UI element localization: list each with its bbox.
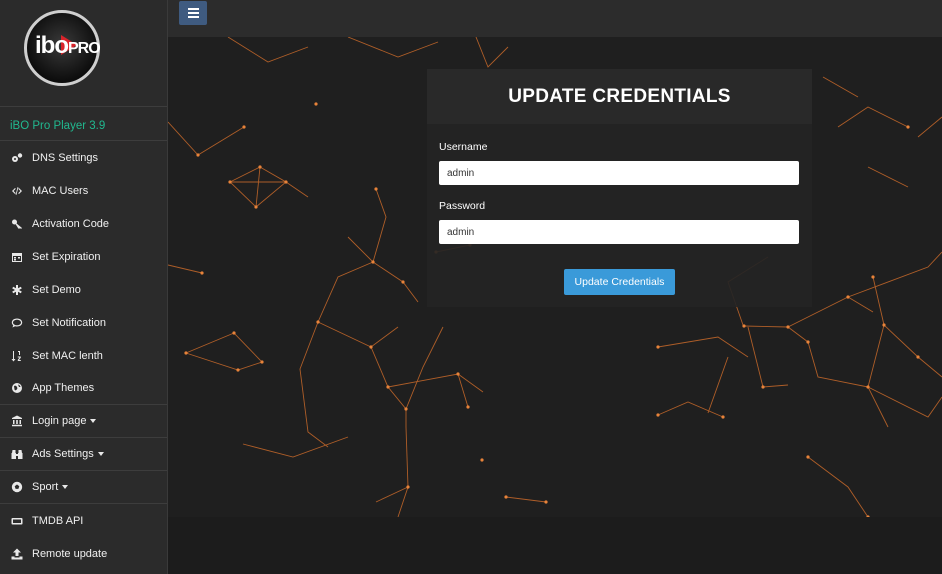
key-icon (10, 217, 24, 231)
sidebar-item-label: Sport (32, 481, 59, 493)
logo-area: iboPRO (0, 0, 167, 107)
calendar-icon (10, 250, 24, 264)
globe-icon (10, 381, 24, 395)
footer-area (168, 517, 942, 574)
sidebar-item-set-mac-length[interactable]: Set MAC lenth (0, 339, 167, 372)
chevron-down-icon (97, 452, 104, 456)
sidebar-item-label: Set Demo (32, 283, 81, 296)
sidebar-item-label: Activation Code (32, 217, 110, 230)
sidebar-item-label: TMDB API (32, 514, 84, 527)
bank-icon (10, 414, 24, 428)
password-input[interactable] (439, 220, 799, 244)
asterisk-icon (10, 283, 24, 297)
comment-icon (10, 316, 24, 330)
sort-numeric-icon (10, 349, 24, 363)
username-input[interactable] (439, 161, 799, 185)
card-title: UPDATE CREDENTIALS (427, 69, 812, 124)
sidebar: iboPRO iBO Pro Player 3.9 DNS Settings M… (0, 0, 168, 574)
sidebar-item-label: App Themes (32, 382, 95, 394)
sidebar-item-login-page[interactable]: Login page (0, 405, 167, 438)
cogs-icon (10, 151, 24, 165)
binoculars-icon (10, 447, 24, 461)
password-label: Password (439, 200, 486, 212)
soccer-ball-icon (10, 480, 24, 494)
update-credentials-card: UPDATE CREDENTIALS Username Password Upd… (427, 69, 812, 307)
sidebar-item-ads-settings[interactable]: Ads Settings (0, 438, 167, 471)
username-label: Username (439, 141, 488, 153)
sidebar-item-app-themes[interactable]: App Themes (0, 372, 167, 405)
sidebar-item-label: Ads Settings (32, 448, 94, 460)
sidebar-item-mac-users[interactable]: MAC Users (0, 174, 167, 207)
chevron-down-icon (90, 419, 97, 423)
sidebar-item-sport[interactable]: Sport (0, 471, 167, 504)
sidebar-item-label: Set MAC lenth (32, 349, 103, 362)
logo-text: iboPRO (35, 32, 101, 59)
tv-icon (10, 514, 24, 528)
sidebar-item-set-demo[interactable]: Set Demo (0, 273, 167, 306)
hamburger-icon (187, 8, 199, 18)
sidebar-item-tmdb-api[interactable]: TMDB API (0, 504, 167, 537)
sidebar-item-label: Remote update (32, 547, 108, 560)
sidebar-item-dns-settings[interactable]: DNS Settings (0, 141, 167, 174)
sidebar-item-label: Set Expiration (32, 250, 101, 263)
chevron-down-icon (62, 485, 69, 489)
menu-toggle-button[interactable] (179, 1, 207, 25)
code-icon (10, 184, 24, 198)
sidebar-item-set-expiration[interactable]: Set Expiration (0, 240, 167, 273)
upload-icon (10, 547, 24, 561)
sidebar-item-label: Set Notification (32, 316, 106, 329)
sidebar-item-label: MAC Users (32, 184, 89, 197)
update-credentials-button[interactable]: Update Credentials (564, 269, 675, 295)
sidebar-item-label: DNS Settings (32, 151, 99, 164)
top-bar (168, 0, 942, 37)
sidebar-item-set-notification[interactable]: Set Notification (0, 306, 167, 339)
app-logo[interactable]: iboPRO (24, 10, 101, 86)
sidebar-item-remote-update[interactable]: Remote update (0, 537, 167, 570)
version-label: iBO Pro Player 3.9 (0, 107, 167, 141)
sidebar-item-label: Login page (32, 415, 87, 427)
sidebar-item-activation-code[interactable]: Activation Code (0, 207, 167, 240)
